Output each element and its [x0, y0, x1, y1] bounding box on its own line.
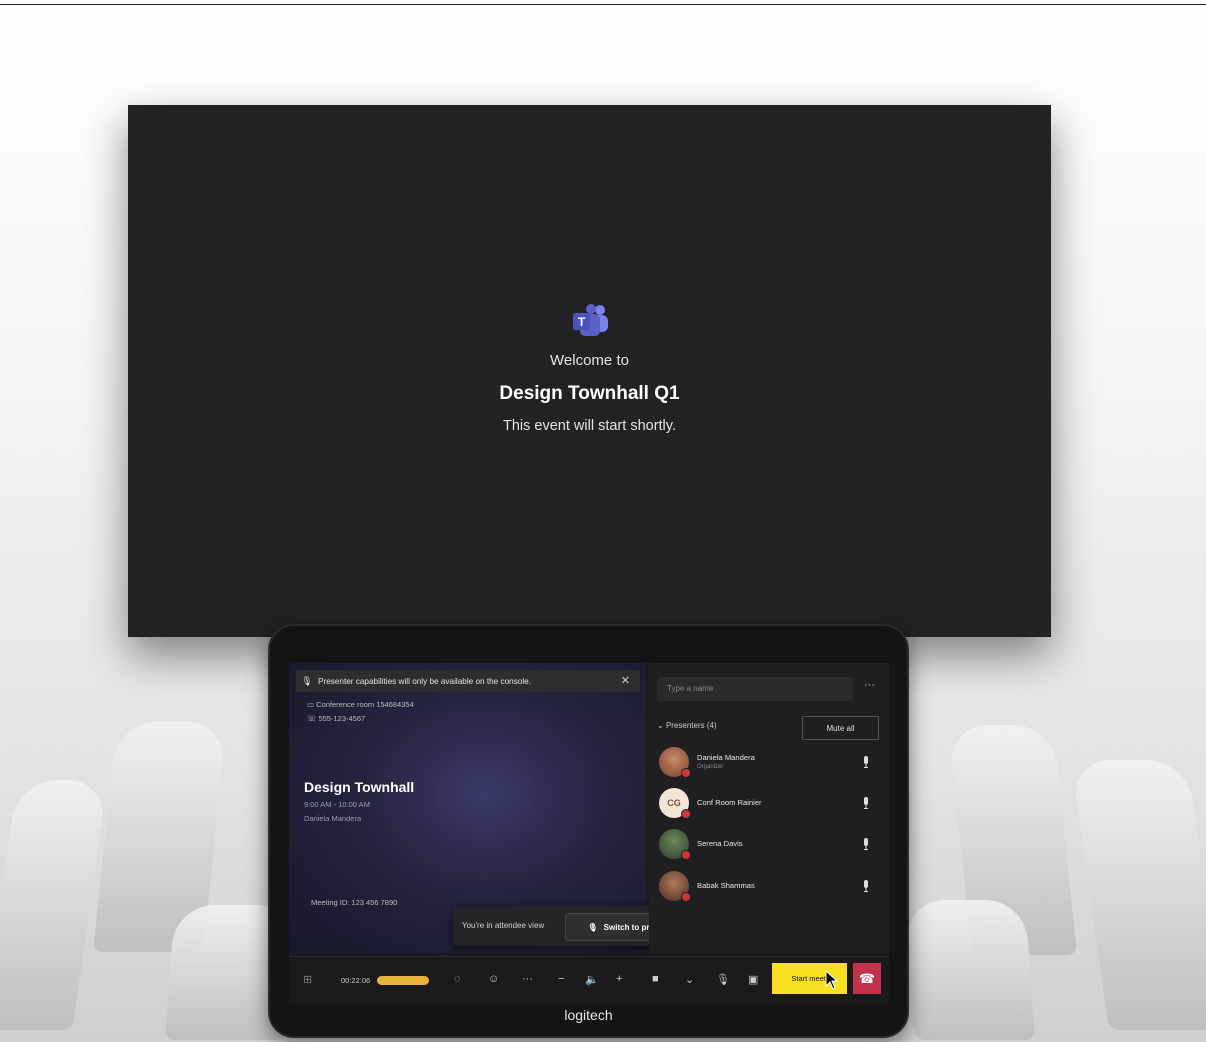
banner-text: Presenter capabilities will only be avai…: [318, 676, 531, 686]
close-icon[interactable]: ✕: [621, 674, 630, 687]
microphone-icon[interactable]: 🎙: [716, 973, 730, 986]
status-dot: [681, 850, 691, 860]
meeting-toolbar: ⊞ 00:22:06 ◌ ☺ ··· − 🔈 + ■ ⌄ 🎙 ▣ Start m…: [289, 956, 889, 1005]
participant-row[interactable]: CG Conf Room Rainier: [659, 788, 879, 824]
participant-row[interactable]: Daniela Mandera Organizer: [659, 747, 879, 783]
participants-pane: Type a name ··· ⌄ Presenters (4) Mute al…: [649, 663, 889, 953]
presenters-header[interactable]: ⌄ Presenters (4): [657, 721, 717, 730]
status-dot: [681, 809, 691, 819]
room-info: ▭ Conference room 154684354: [307, 700, 414, 709]
recording-badge: [377, 976, 429, 985]
participant-name: Serena Davis: [697, 839, 743, 848]
top-border: [0, 4, 1206, 5]
status-dot: [681, 892, 691, 902]
microphone-icon[interactable]: [862, 756, 870, 768]
meeting-id: Meeting ID: 123 456 7890: [311, 898, 398, 907]
share-screen-icon[interactable]: ▣: [748, 973, 758, 986]
phone-info: ☏ 555-123-4567: [307, 714, 366, 723]
participant-row[interactable]: Babak Shammas: [659, 871, 879, 907]
mouse-cursor-icon: [825, 970, 839, 990]
tv-display: [128, 105, 1051, 637]
status-dot: [681, 768, 691, 778]
meeting-time: 9:00 AM - 10:00 AM: [304, 800, 370, 809]
welcome-text: Welcome to: [550, 352, 629, 369]
meeting-timer: 00:22:06: [341, 976, 371, 985]
camera-icon[interactable]: ■: [652, 973, 659, 985]
more-options-icon[interactable]: ···: [864, 679, 875, 691]
room-text: Conference room 154684354: [316, 700, 414, 709]
participant-row[interactable]: Serena Davis: [659, 829, 879, 865]
grid-layout-icon[interactable]: ⊞: [303, 973, 312, 986]
volume-down-icon[interactable]: −: [558, 973, 564, 985]
teams-logo-icon: T: [573, 304, 608, 336]
chevron-down-icon[interactable]: ⌄: [685, 973, 694, 986]
meeting-title: Design Townhall: [304, 779, 415, 795]
presenters-label: Presenters (4): [665, 721, 717, 730]
chat-icon[interactable]: ◌: [454, 973, 461, 985]
event-title: Design Townhall Q1: [499, 383, 680, 404]
microphone-icon[interactable]: [862, 880, 870, 892]
speaker-icon[interactable]: 🔈: [585, 973, 599, 986]
console-screen: 🎙 Presenter capabilities will only be av…: [289, 663, 889, 1005]
presenter-icon: 🎙: [587, 922, 598, 932]
event-subtitle: This event will start shortly.: [503, 418, 676, 434]
more-icon[interactable]: ···: [522, 973, 533, 985]
hang-up-button[interactable]: ☎: [853, 963, 881, 994]
meeting-organizer: Daniela Mandera: [304, 814, 362, 823]
volume-up-icon[interactable]: +: [616, 973, 622, 985]
phone-text: 555-123-4567: [318, 714, 366, 723]
attendee-view-text: You're in attendee view: [462, 921, 545, 930]
chair: [0, 780, 108, 1030]
chair: [905, 900, 1035, 1040]
phone-hangup-icon: ☎: [858, 970, 876, 986]
reactions-icon[interactable]: ☺: [488, 973, 499, 985]
mute-all-button[interactable]: Mute all: [802, 716, 879, 740]
svg-text:T: T: [578, 315, 586, 329]
logitech-logo: logitech: [564, 1007, 613, 1023]
search-input[interactable]: Type a name: [657, 677, 853, 701]
participant-role: Organizer: [697, 764, 724, 770]
participant-name: Daniela Mandera: [697, 753, 755, 762]
participant-name: Babak Shammas: [697, 881, 755, 890]
chair: [1071, 760, 1206, 1030]
presenter-banner: 🎙 Presenter capabilities will only be av…: [296, 670, 640, 692]
microphone-icon[interactable]: [862, 838, 870, 850]
participant-name: Conf Room Rainier: [697, 798, 762, 807]
presenter-icon: 🎙: [301, 675, 313, 686]
microphone-icon[interactable]: [862, 797, 870, 809]
